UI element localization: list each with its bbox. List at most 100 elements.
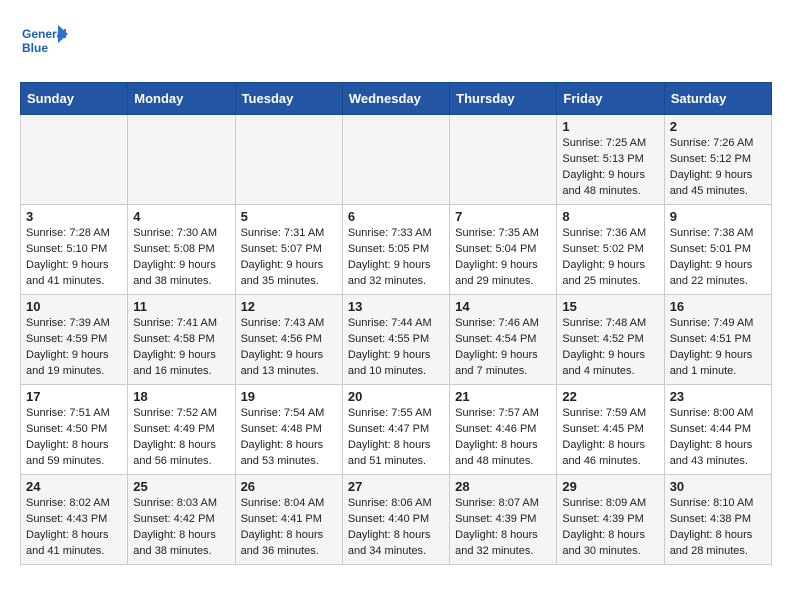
- day-detail: Sunrise: 7:35 AM Sunset: 5:04 PM Dayligh…: [455, 226, 551, 290]
- day-number: 21: [455, 389, 551, 404]
- calendar-cell: 15 Sunrise: 7:48 AM Sunset: 4:52 PM Dayli…: [557, 295, 664, 385]
- calendar-cell: 2 Sunrise: 7:26 AM Sunset: 5:12 PM Daylig…: [664, 115, 771, 205]
- day-detail: Sunrise: 7:30 AM Sunset: 5:08 PM Dayligh…: [133, 226, 229, 290]
- day-detail: Sunrise: 8:09 AM Sunset: 4:39 PM Dayligh…: [562, 496, 658, 560]
- day-detail: Sunrise: 8:10 AM Sunset: 4:38 PM Dayligh…: [670, 496, 766, 560]
- day-number: 28: [455, 479, 551, 494]
- day-number: 13: [348, 299, 444, 314]
- day-detail: Sunrise: 7:59 AM Sunset: 4:45 PM Dayligh…: [562, 406, 658, 470]
- day-number: 12: [241, 299, 337, 314]
- day-number: 22: [562, 389, 658, 404]
- day-number: 16: [670, 299, 766, 314]
- calendar-cell: 3Sunrise: 7:28 AM Sunset: 5:10 PM Daylig…: [21, 205, 128, 295]
- col-header-friday: Friday: [557, 83, 664, 115]
- day-number: 6: [348, 209, 444, 224]
- calendar-cell: 25 Sunrise: 8:03 AM Sunset: 4:42 PM Dayli…: [128, 475, 235, 565]
- day-detail: Sunrise: 7:54 AM Sunset: 4:48 PM Dayligh…: [241, 406, 337, 470]
- day-number: 5: [241, 209, 337, 224]
- day-detail: Sunrise: 7:38 AM Sunset: 5:01 PM Dayligh…: [670, 226, 766, 290]
- calendar-cell: 12 Sunrise: 7:43 AM Sunset: 4:56 PM Dayli…: [235, 295, 342, 385]
- calendar-header: SundayMondayTuesdayWednesdayThursdayFrid…: [21, 83, 772, 115]
- col-header-monday: Monday: [128, 83, 235, 115]
- calendar-cell: 7 Sunrise: 7:35 AM Sunset: 5:04 PM Daylig…: [450, 205, 557, 295]
- day-number: 10: [26, 299, 122, 314]
- day-detail: Sunrise: 8:07 AM Sunset: 4:39 PM Dayligh…: [455, 496, 551, 560]
- day-detail: Sunrise: 8:03 AM Sunset: 4:42 PM Dayligh…: [133, 496, 229, 560]
- day-detail: Sunrise: 7:25 AM Sunset: 5:13 PM Dayligh…: [562, 136, 658, 200]
- calendar-cell: 27 Sunrise: 8:06 AM Sunset: 4:40 PM Dayli…: [342, 475, 449, 565]
- calendar-cell: 6 Sunrise: 7:33 AM Sunset: 5:05 PM Daylig…: [342, 205, 449, 295]
- calendar-cell: 18 Sunrise: 7:52 AM Sunset: 4:49 PM Dayli…: [128, 385, 235, 475]
- day-number: 4: [133, 209, 229, 224]
- day-number: 19: [241, 389, 337, 404]
- day-number: 11: [133, 299, 229, 314]
- calendar-cell: 10 Sunrise: 7:39 AM Sunset: 4:59 PM Dayli…: [21, 295, 128, 385]
- day-number: 7: [455, 209, 551, 224]
- calendar-cell: [235, 115, 342, 205]
- calendar-cell: 16 Sunrise: 7:49 AM Sunset: 4:51 PM Dayli…: [664, 295, 771, 385]
- day-detail: Sunrise: 7:44 AM Sunset: 4:55 PM Dayligh…: [348, 316, 444, 380]
- calendar-cell: 23 Sunrise: 8:00 AM Sunset: 4:44 PM Dayli…: [664, 385, 771, 475]
- col-header-saturday: Saturday: [664, 83, 771, 115]
- calendar-cell: 29Sunrise: 8:09 AM Sunset: 4:39 PM Dayli…: [557, 475, 664, 565]
- calendar-cell: 1 Sunrise: 7:25 AM Sunset: 5:13 PM Daylig…: [557, 115, 664, 205]
- calendar-cell: 4 Sunrise: 7:30 AM Sunset: 5:08 PM Daylig…: [128, 205, 235, 295]
- calendar-cell: 13 Sunrise: 7:44 AM Sunset: 4:55 PM Dayli…: [342, 295, 449, 385]
- calendar-cell: 24Sunrise: 8:02 AM Sunset: 4:43 PM Dayli…: [21, 475, 128, 565]
- day-detail: Sunrise: 8:04 AM Sunset: 4:41 PM Dayligh…: [241, 496, 337, 560]
- calendar-cell: 5 Sunrise: 7:31 AM Sunset: 5:07 PM Daylig…: [235, 205, 342, 295]
- calendar-cell: 30 Sunrise: 8:10 AM Sunset: 4:38 PM Dayli…: [664, 475, 771, 565]
- day-detail: Sunrise: 7:36 AM Sunset: 5:02 PM Dayligh…: [562, 226, 658, 290]
- calendar-cell: 21 Sunrise: 7:57 AM Sunset: 4:46 PM Dayli…: [450, 385, 557, 475]
- day-detail: Sunrise: 7:43 AM Sunset: 4:56 PM Dayligh…: [241, 316, 337, 380]
- calendar-cell: 26 Sunrise: 8:04 AM Sunset: 4:41 PM Dayli…: [235, 475, 342, 565]
- calendar-cell: [450, 115, 557, 205]
- col-header-wednesday: Wednesday: [342, 83, 449, 115]
- day-number: 15: [562, 299, 658, 314]
- day-detail: Sunrise: 7:41 AM Sunset: 4:58 PM Dayligh…: [133, 316, 229, 380]
- day-detail: Sunrise: 7:26 AM Sunset: 5:12 PM Dayligh…: [670, 136, 766, 200]
- day-number: 17: [26, 389, 122, 404]
- general-blue-logo-icon: General Blue: [20, 20, 70, 64]
- day-detail: Sunrise: 7:49 AM Sunset: 4:51 PM Dayligh…: [670, 316, 766, 380]
- day-detail: Sunrise: 7:57 AM Sunset: 4:46 PM Dayligh…: [455, 406, 551, 470]
- calendar-table: SundayMondayTuesdayWednesdayThursdayFrid…: [20, 82, 772, 565]
- day-detail: Sunrise: 7:46 AM Sunset: 4:54 PM Dayligh…: [455, 316, 551, 380]
- day-number: 27: [348, 479, 444, 494]
- day-detail: Sunrise: 8:06 AM Sunset: 4:40 PM Dayligh…: [348, 496, 444, 560]
- calendar-cell: [128, 115, 235, 205]
- day-number: 25: [133, 479, 229, 494]
- svg-text:Blue: Blue: [22, 41, 48, 55]
- calendar-cell: 17 Sunrise: 7:51 AM Sunset: 4:50 PM Dayli…: [21, 385, 128, 475]
- day-detail: Sunrise: 8:00 AM Sunset: 4:44 PM Dayligh…: [670, 406, 766, 470]
- day-number: 9: [670, 209, 766, 224]
- day-number: 2: [670, 119, 766, 134]
- calendar-cell: [21, 115, 128, 205]
- col-header-sunday: Sunday: [21, 83, 128, 115]
- day-detail: Sunrise: 7:31 AM Sunset: 5:07 PM Dayligh…: [241, 226, 337, 290]
- day-number: 1: [562, 119, 658, 134]
- day-detail: Sunrise: 8:02 AM Sunset: 4:43 PM Dayligh…: [26, 496, 122, 560]
- day-number: 20: [348, 389, 444, 404]
- logo: General Blue: [20, 20, 70, 64]
- calendar-cell: 22 Sunrise: 7:59 AM Sunset: 4:45 PM Dayli…: [557, 385, 664, 475]
- day-detail: Sunrise: 7:28 AM Sunset: 5:10 PM Dayligh…: [26, 226, 122, 290]
- day-number: 14: [455, 299, 551, 314]
- calendar-cell: 14 Sunrise: 7:46 AM Sunset: 4:54 PM Dayli…: [450, 295, 557, 385]
- day-number: 26: [241, 479, 337, 494]
- col-header-thursday: Thursday: [450, 83, 557, 115]
- day-number: 23: [670, 389, 766, 404]
- calendar-cell: 19 Sunrise: 7:54 AM Sunset: 4:48 PM Dayli…: [235, 385, 342, 475]
- calendar-cell: 20 Sunrise: 7:55 AM Sunset: 4:47 PM Dayli…: [342, 385, 449, 475]
- day-number: 30: [670, 479, 766, 494]
- day-detail: Sunrise: 7:33 AM Sunset: 5:05 PM Dayligh…: [348, 226, 444, 290]
- day-number: 8: [562, 209, 658, 224]
- day-number: 18: [133, 389, 229, 404]
- day-detail: Sunrise: 7:52 AM Sunset: 4:49 PM Dayligh…: [133, 406, 229, 470]
- calendar-cell: [342, 115, 449, 205]
- day-detail: Sunrise: 7:55 AM Sunset: 4:47 PM Dayligh…: [348, 406, 444, 470]
- day-detail: Sunrise: 7:51 AM Sunset: 4:50 PM Dayligh…: [26, 406, 122, 470]
- day-detail: Sunrise: 7:48 AM Sunset: 4:52 PM Dayligh…: [562, 316, 658, 380]
- calendar-cell: 28 Sunrise: 8:07 AM Sunset: 4:39 PM Dayli…: [450, 475, 557, 565]
- day-detail: Sunrise: 7:39 AM Sunset: 4:59 PM Dayligh…: [26, 316, 122, 380]
